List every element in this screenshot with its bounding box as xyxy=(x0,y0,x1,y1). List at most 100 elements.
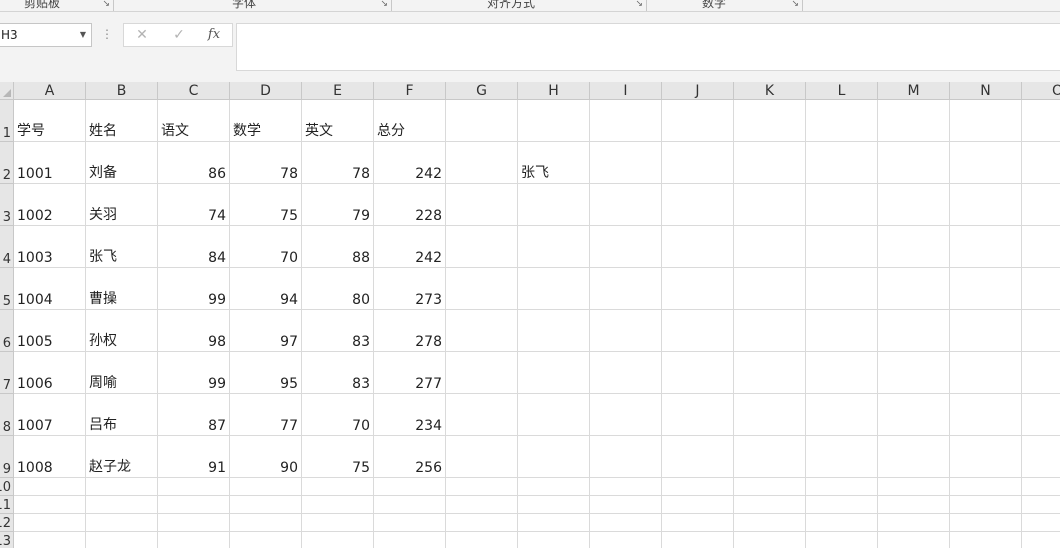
cell-a2[interactable]: 1001 xyxy=(14,142,86,184)
row-header-5[interactable]: 5 xyxy=(0,268,14,310)
cell-o12[interactable] xyxy=(1022,514,1060,532)
cell-c2[interactable]: 86 xyxy=(158,142,230,184)
cell-m6[interactable] xyxy=(878,310,950,352)
cell-o4[interactable] xyxy=(1022,226,1060,268)
column-header-d[interactable]: D xyxy=(230,82,302,100)
cell-i2[interactable] xyxy=(590,142,662,184)
cell-c10[interactable] xyxy=(158,478,230,496)
cell-c8[interactable]: 87 xyxy=(158,394,230,436)
cell-l6[interactable] xyxy=(806,310,878,352)
column-header-c[interactable]: C xyxy=(158,82,230,100)
cell-l1[interactable] xyxy=(806,100,878,142)
cell-a4[interactable]: 1003 xyxy=(14,226,86,268)
cell-h1[interactable] xyxy=(518,100,590,142)
cell-f8[interactable]: 234 xyxy=(374,394,446,436)
cell-g1[interactable] xyxy=(446,100,518,142)
cell-n7[interactable] xyxy=(950,352,1022,394)
select-all-button[interactable] xyxy=(0,82,14,100)
cell-j11[interactable] xyxy=(662,496,734,514)
cell-e3[interactable]: 79 xyxy=(302,184,374,226)
cell-k12[interactable] xyxy=(734,514,806,532)
cell-a6[interactable]: 1005 xyxy=(14,310,86,352)
cell-c13[interactable] xyxy=(158,532,230,548)
cell-g2[interactable] xyxy=(446,142,518,184)
cell-k10[interactable] xyxy=(734,478,806,496)
cell-n8[interactable] xyxy=(950,394,1022,436)
cell-i11[interactable] xyxy=(590,496,662,514)
cell-o6[interactable] xyxy=(1022,310,1060,352)
cell-j2[interactable] xyxy=(662,142,734,184)
cell-e6[interactable]: 83 xyxy=(302,310,374,352)
cell-a9[interactable]: 1008 xyxy=(14,436,86,478)
cell-f4[interactable]: 242 xyxy=(374,226,446,268)
column-header-n[interactable]: N xyxy=(950,82,1022,100)
cell-i8[interactable] xyxy=(590,394,662,436)
column-header-l[interactable]: L xyxy=(806,82,878,100)
cell-n12[interactable] xyxy=(950,514,1022,532)
cell-h4[interactable] xyxy=(518,226,590,268)
column-header-g[interactable]: G xyxy=(446,82,518,100)
row-header-3[interactable]: 3 xyxy=(0,184,14,226)
column-header-i[interactable]: I xyxy=(590,82,662,100)
cell-n10[interactable] xyxy=(950,478,1022,496)
cell-g7[interactable] xyxy=(446,352,518,394)
cell-f2[interactable]: 242 xyxy=(374,142,446,184)
cell-l10[interactable] xyxy=(806,478,878,496)
cell-o2[interactable] xyxy=(1022,142,1060,184)
cell-d2[interactable]: 78 xyxy=(230,142,302,184)
cell-l7[interactable] xyxy=(806,352,878,394)
cell-f7[interactable]: 277 xyxy=(374,352,446,394)
cell-i9[interactable] xyxy=(590,436,662,478)
cell-a11[interactable] xyxy=(14,496,86,514)
cell-e4[interactable]: 88 xyxy=(302,226,374,268)
cell-d5[interactable]: 94 xyxy=(230,268,302,310)
row-header-12[interactable]: 12 xyxy=(0,514,14,532)
cell-f6[interactable]: 278 xyxy=(374,310,446,352)
cell-k5[interactable] xyxy=(734,268,806,310)
cell-g5[interactable] xyxy=(446,268,518,310)
cell-o9[interactable] xyxy=(1022,436,1060,478)
cell-e11[interactable] xyxy=(302,496,374,514)
cell-o3[interactable] xyxy=(1022,184,1060,226)
column-header-o[interactable]: O xyxy=(1022,82,1060,100)
cell-d10[interactable] xyxy=(230,478,302,496)
cell-f12[interactable] xyxy=(374,514,446,532)
cell-b9[interactable]: 赵子龙 xyxy=(86,436,158,478)
cell-n5[interactable] xyxy=(950,268,1022,310)
cell-k2[interactable] xyxy=(734,142,806,184)
cell-l4[interactable] xyxy=(806,226,878,268)
cell-k6[interactable] xyxy=(734,310,806,352)
cell-b2[interactable]: 刘备 xyxy=(86,142,158,184)
column-header-h[interactable]: H xyxy=(518,82,590,100)
cell-e12[interactable] xyxy=(302,514,374,532)
dialog-launcher-icon[interactable]: ↘ xyxy=(791,0,799,9)
enter-icon[interactable]: ✓ xyxy=(164,24,194,46)
cell-k8[interactable] xyxy=(734,394,806,436)
cell-a3[interactable]: 1002 xyxy=(14,184,86,226)
cell-d6[interactable]: 97 xyxy=(230,310,302,352)
cell-b7[interactable]: 周喻 xyxy=(86,352,158,394)
column-header-m[interactable]: M xyxy=(878,82,950,100)
cell-b12[interactable] xyxy=(86,514,158,532)
cell-b3[interactable]: 关羽 xyxy=(86,184,158,226)
insert-function-icon[interactable]: fx xyxy=(199,24,229,46)
cell-f5[interactable]: 273 xyxy=(374,268,446,310)
cell-l2[interactable] xyxy=(806,142,878,184)
cell-g13[interactable] xyxy=(446,532,518,548)
cell-h2[interactable]: 张飞 xyxy=(518,142,590,184)
cancel-icon[interactable]: ✕ xyxy=(127,24,157,46)
cell-h3[interactable] xyxy=(518,184,590,226)
cell-c3[interactable]: 74 xyxy=(158,184,230,226)
cell-l12[interactable] xyxy=(806,514,878,532)
cell-a8[interactable]: 1007 xyxy=(14,394,86,436)
cell-c9[interactable]: 91 xyxy=(158,436,230,478)
row-header-1[interactable]: 1 xyxy=(0,100,14,142)
cell-j7[interactable] xyxy=(662,352,734,394)
cell-l3[interactable] xyxy=(806,184,878,226)
cell-m13[interactable] xyxy=(878,532,950,548)
cell-m2[interactable] xyxy=(878,142,950,184)
cell-m1[interactable] xyxy=(878,100,950,142)
cell-m4[interactable] xyxy=(878,226,950,268)
cell-f1[interactable]: 总分 xyxy=(374,100,446,142)
cell-g12[interactable] xyxy=(446,514,518,532)
